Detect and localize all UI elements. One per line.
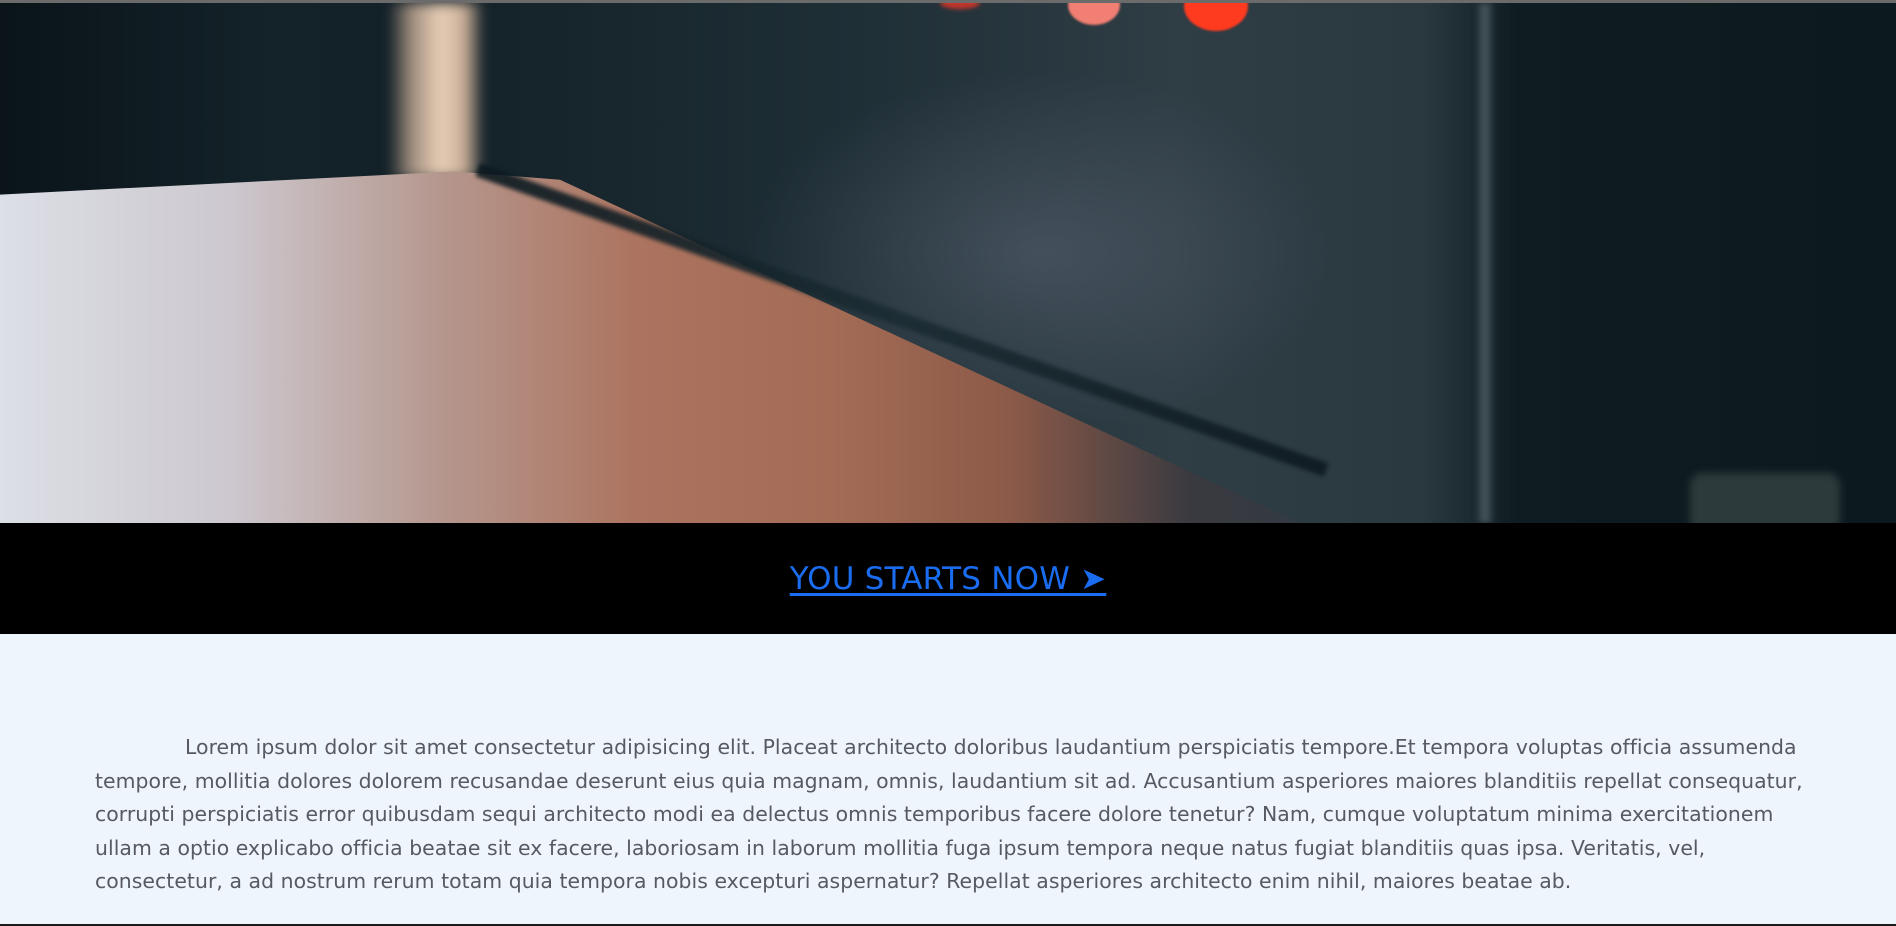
hero-shadow xyxy=(0,3,400,203)
hero-post xyxy=(388,3,484,178)
hero-object xyxy=(1690,473,1840,523)
content-section: Lorem ipsum dolor sit amet consectetur a… xyxy=(0,634,1896,924)
hero-frame-edge xyxy=(1475,3,1495,523)
body-paragraph: Lorem ipsum dolor sit amet consectetur a… xyxy=(95,735,1803,893)
start-now-link[interactable]: YOU STARTS NOW ➤ xyxy=(790,561,1107,597)
hero-image xyxy=(0,3,1896,523)
cta-band: YOU STARTS NOW ➤ xyxy=(0,523,1896,634)
page: YOU STARTS NOW ➤ Lorem ipsum dolor sit a… xyxy=(0,0,1896,926)
